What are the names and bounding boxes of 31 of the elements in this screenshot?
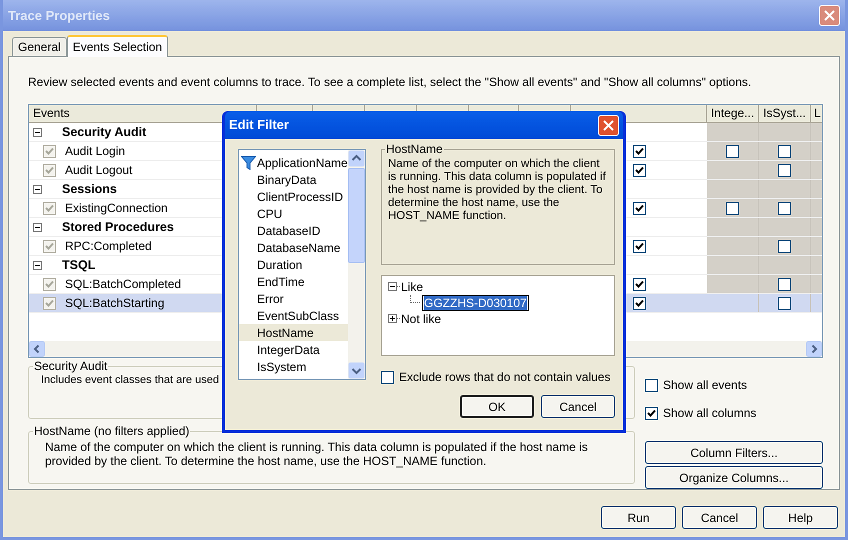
option-label: Exclude rows that do not contain values bbox=[399, 369, 610, 386]
column-name: Duration bbox=[257, 256, 302, 274]
column-name: CPU bbox=[257, 206, 282, 222]
column-name: IntegerData bbox=[257, 342, 320, 358]
event-label: ExistingConnection bbox=[65, 200, 168, 217]
description-text: Name of the computer on which the client is running. This data column is populated if the host name is provided by the client. To determine the host name, use the HOST_NAME function. bbox=[388, 158, 607, 223]
column-name: EndTime bbox=[257, 274, 305, 290]
group-title: HostName (no filters applied) bbox=[33, 424, 190, 438]
description-text: Includes event classes that are used bbox=[41, 373, 219, 387]
category-label: TSQL bbox=[62, 256, 96, 274]
column-name: ClientProcessID bbox=[257, 188, 344, 206]
category-label: Stored Procedures bbox=[62, 218, 174, 236]
category-label: Security Audit bbox=[62, 124, 146, 141]
option-label: Show all columns bbox=[663, 405, 756, 422]
event-label: SQL:BatchCompleted bbox=[65, 276, 182, 293]
window-title: Trace Properties bbox=[8, 6, 110, 25]
column-name: IsSystem bbox=[257, 358, 306, 376]
event-label: Audit Login bbox=[65, 143, 126, 160]
group-title: HostName bbox=[385, 142, 444, 156]
description-text: Name of the computer on which the client is running. This data column is populated if the host name is provided by the client. To determine the host name, use the HOST_NAME function. bbox=[44, 439, 589, 468]
category-label: Sessions bbox=[62, 180, 117, 198]
column-name: HostName bbox=[257, 324, 314, 342]
event-label: RPC:Completed bbox=[65, 238, 152, 255]
column-name: DatabaseName bbox=[257, 240, 340, 256]
column-name: DatabaseID bbox=[257, 222, 320, 240]
event-label: SQL:BatchStarting bbox=[65, 295, 164, 312]
option-label: Show all events bbox=[663, 377, 748, 394]
group-title: Security Audit bbox=[33, 359, 108, 373]
instructions-text: Review selected events and event columns to trace. To see a complete list, select the "Show all events" and "Show all columns" options. bbox=[28, 74, 752, 91]
column-name: BinaryData bbox=[257, 172, 316, 188]
event-label: Audit Logout bbox=[65, 162, 132, 179]
